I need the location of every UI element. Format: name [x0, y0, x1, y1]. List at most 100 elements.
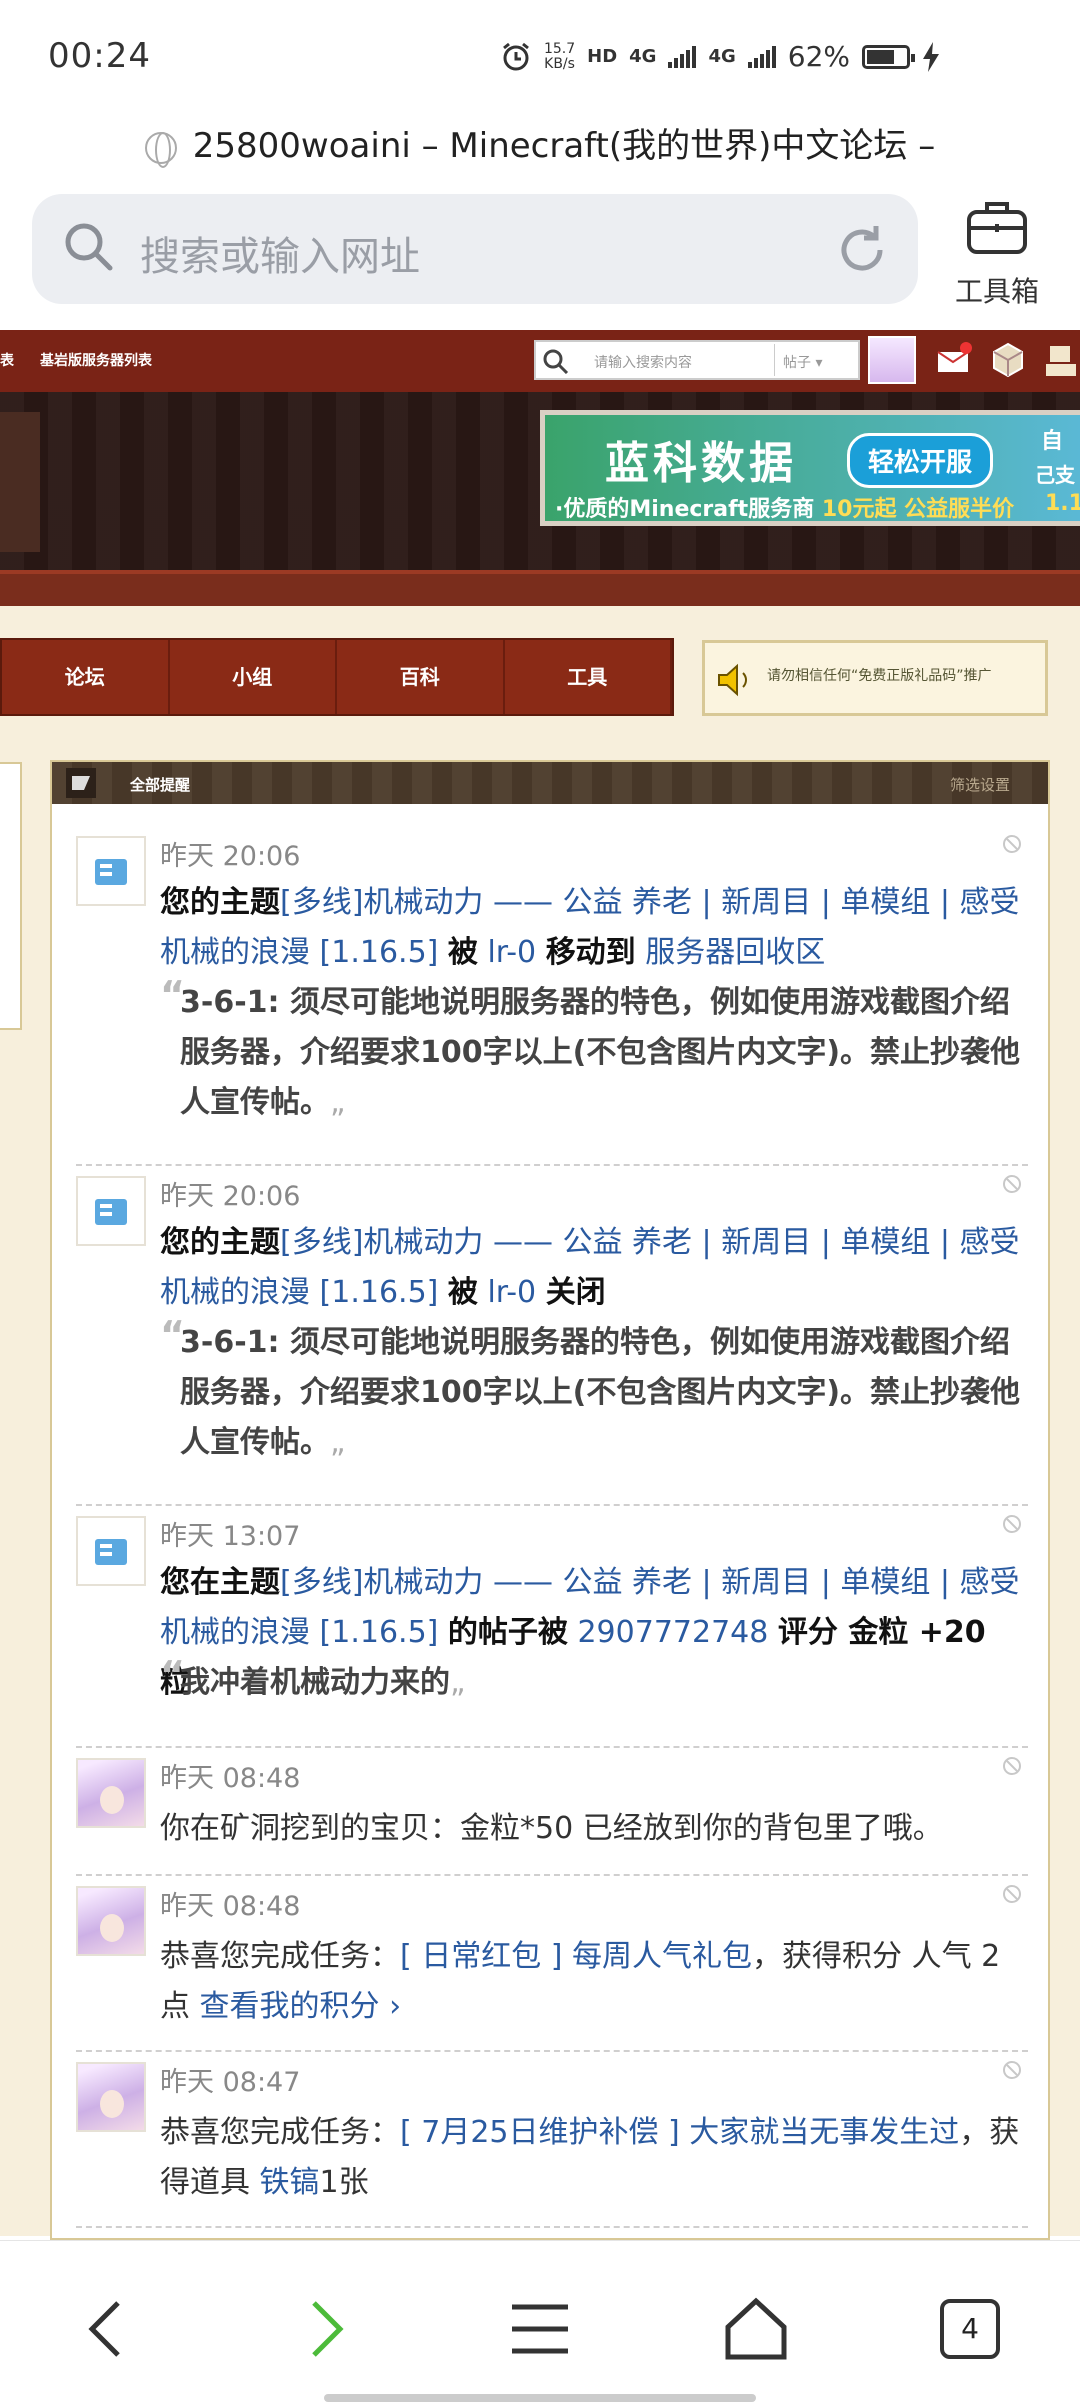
dismiss-icon[interactable]	[1002, 834, 1022, 854]
ad-title: 蓝科数据	[605, 438, 797, 489]
notice-box[interactable]: 请勿相信任何“免费正版礼品码”推广	[702, 640, 1048, 716]
network-type-2: 4G	[708, 46, 736, 67]
status-icons: 15.7 KB/s HD 4G 4G 62%	[500, 40, 940, 73]
notification-text: 您的主题[多线]机械动力 —— 公益 养老 | 新周目 | 单模组 | 感受机械…	[160, 885, 1020, 970]
nav-tools[interactable]: 工具	[505, 640, 672, 714]
ad-button[interactable]: 轻松开服	[847, 433, 994, 488]
home-icon[interactable]	[720, 2293, 792, 2365]
back-icon[interactable]	[72, 2293, 144, 2365]
system-avatar	[76, 1516, 146, 1586]
user-menu-icon[interactable]	[1044, 340, 1080, 380]
battery-icon	[862, 44, 915, 69]
notification-quote: “3-6-1: 须尽可能地说明服务器的特色，例如使用游戏截图介绍服务器，介绍要求…	[160, 973, 1026, 1128]
notification-time: 昨天 08:48	[160, 1891, 301, 1922]
dismiss-icon[interactable]	[1002, 1884, 1022, 1904]
tabs-button[interactable]: 4	[940, 2299, 1000, 2359]
user-link[interactable]: lr-0	[487, 935, 536, 970]
forward-icon[interactable]	[288, 2293, 360, 2365]
refresh-icon[interactable]	[834, 222, 890, 278]
user-avatar[interactable]	[868, 336, 916, 384]
notification-text: 你在矿洞挖到的宝贝：金粒*50 已经放到你的背包里了哦。	[160, 1811, 943, 1846]
filter-settings-link[interactable]: 筛选设置	[950, 774, 1010, 795]
banner-divider	[0, 570, 1080, 606]
url-placeholder: 搜索或输入网址	[140, 234, 420, 280]
user-avatar	[76, 1758, 146, 1828]
nav-groups[interactable]: 小组	[170, 640, 337, 714]
forum-banner: 蓝科数据 轻松开服 ·优质的Minecraft服务商 10元起 公益服半价 自 …	[0, 392, 1080, 570]
forum-nav: 论坛 小组 百科 工具	[0, 638, 674, 716]
task-link[interactable]: [ 日常红包 ] 每周人气礼包	[400, 1939, 752, 1974]
nav-forum[interactable]: 论坛	[2, 640, 170, 714]
quote-close-icon: „	[450, 1665, 466, 1700]
status-time: 00:24	[48, 36, 151, 76]
url-bar[interactable]: 搜索或输入网址	[32, 194, 918, 304]
notification-text: 恭喜您完成任务：[ 日常红包 ] 每周人气礼包，获得积分 人气 2 点 查看我的…	[160, 1939, 1001, 2024]
notification-time: 昨天 20:06	[160, 1181, 301, 1212]
notification-time: 昨天 13:07	[160, 1521, 301, 1552]
home-indicator	[324, 2394, 756, 2402]
menu-icon[interactable]	[504, 2293, 576, 2365]
view-points-link[interactable]: 查看我的积分 ›	[200, 1989, 402, 2024]
package-icon[interactable]	[988, 340, 1028, 380]
status-bar: 00:24 15.7 KB/s HD 4G 4G 62%	[0, 0, 1080, 115]
notification-item: 昨天 13:07 您在主题[多线]机械动力 —— 公益 养老 | 新周目 | 单…	[76, 1506, 1028, 1748]
toolbox-button[interactable]: 工具箱	[942, 194, 1052, 309]
ad-edge-text: 1.1	[1045, 491, 1080, 516]
topbar-link[interactable]: 表	[0, 350, 14, 370]
forum-search-placeholder: 请输入搜索内容	[594, 355, 692, 371]
forum-link[interactable]: 服务器回收区	[645, 935, 825, 970]
charging-icon	[923, 41, 939, 72]
signal-icon	[668, 45, 697, 68]
notification-bell-icon	[66, 768, 96, 798]
toolbox-label: 工具箱	[954, 275, 1039, 308]
notification-item: 昨天 08:47 恭喜您完成任务：[ 7月25日维护补偿 ] 大家就当无事发生过…	[76, 2052, 1028, 2228]
quote-close-icon: „	[330, 1425, 346, 1460]
topbar-link-bedrock-servers[interactable]: 基岩版服务器列表	[40, 350, 152, 370]
tabs-count: 4	[961, 2312, 979, 2345]
toolbox-icon	[967, 202, 1027, 254]
item-link[interactable]: 铁镐	[260, 2165, 320, 2200]
panel-header: 全部提醒 筛选设置	[52, 762, 1048, 804]
ad-banner[interactable]: 蓝科数据 轻松开服 ·优质的Minecraft服务商 10元起 公益服半价 自 …	[540, 410, 1080, 526]
dismiss-icon[interactable]	[1002, 1174, 1022, 1194]
ad-edge-text: 己支	[1035, 463, 1075, 487]
user-avatar	[76, 1886, 146, 1956]
quote-open-icon: “	[160, 1313, 185, 1357]
notification-item: 昨天 20:06 您的主题[多线]机械动力 —— 公益 养老 | 新周目 | 单…	[76, 1166, 1028, 1506]
dismiss-icon[interactable]	[1002, 2060, 1022, 2080]
notification-time: 昨天 08:47	[160, 2067, 301, 2098]
speaker-icon	[718, 663, 747, 697]
notification-quote: “3-6-1: 须尽可能地说明服务器的特色，例如使用游戏截图介绍服务器，介绍要求…	[160, 1313, 1026, 1468]
ad-subtitle: ·优质的Minecraft服务商 10元起 公益服半价	[555, 497, 1015, 522]
notification-item: 昨天 20:06 您的主题[多线]机械动力 —— 公益 养老 | 新周目 | 单…	[76, 826, 1028, 1166]
system-avatar	[76, 836, 146, 906]
search-icon	[65, 223, 113, 271]
notice-text: 请勿相信任何“免费正版礼品码”推广	[767, 668, 992, 684]
battery-level: 62%	[787, 40, 850, 73]
message-icon[interactable]	[934, 340, 974, 380]
page-title: 25800woaini – Minecraft(我的世界)中文论坛 –	[0, 118, 1080, 168]
ad-edge-text: 自	[1041, 429, 1064, 454]
user-link[interactable]: 2907772748	[577, 1615, 768, 1650]
notification-text: 您的主题[多线]机械动力 —— 公益 养老 | 新周目 | 单模组 | 感受机械…	[160, 1225, 1020, 1310]
notification-text: 恭喜您完成任务：[ 7月25日维护补偿 ] 大家就当无事发生过，获得道具 铁镐1…	[160, 2115, 1020, 2200]
notifications-panel: 全部提醒 筛选设置 昨天 20:06 您的主题[多线]机械动力 —— 公益 养老…	[50, 760, 1050, 2240]
forum-search[interactable]: 请输入搜索内容 帖子 ▾	[534, 340, 860, 380]
notification-item: 昨天 08:48 你在矿洞挖到的宝贝：金粒*50 已经放到你的背包里了哦。	[76, 1748, 1028, 1876]
notification-quote: “我冲着机械动力来的„	[160, 1653, 1026, 1708]
sidebar-edge	[0, 762, 22, 1030]
task-link[interactable]: [ 7月25日维护补偿 ] 大家就当无事发生过	[400, 2115, 959, 2150]
nav-wiki[interactable]: 百科	[337, 640, 505, 714]
alarm-icon	[503, 42, 529, 70]
search-icon	[543, 349, 569, 374]
quote-close-icon: „	[330, 1085, 346, 1120]
browser-bottom-bar: 4	[0, 2240, 1080, 2408]
network-type-1: 4G	[629, 46, 657, 67]
dismiss-icon[interactable]	[1002, 1514, 1022, 1534]
globe-icon	[144, 131, 177, 168]
user-link[interactable]: lr-0	[487, 1275, 536, 1310]
search-type-select[interactable]: 帖子 ▾	[774, 344, 854, 376]
quote-open-icon: “	[160, 1653, 185, 1697]
dismiss-icon[interactable]	[1002, 1756, 1022, 1776]
forum-topbar: 表 基岩版服务器列表 请输入搜索内容 帖子 ▾	[0, 330, 1080, 392]
